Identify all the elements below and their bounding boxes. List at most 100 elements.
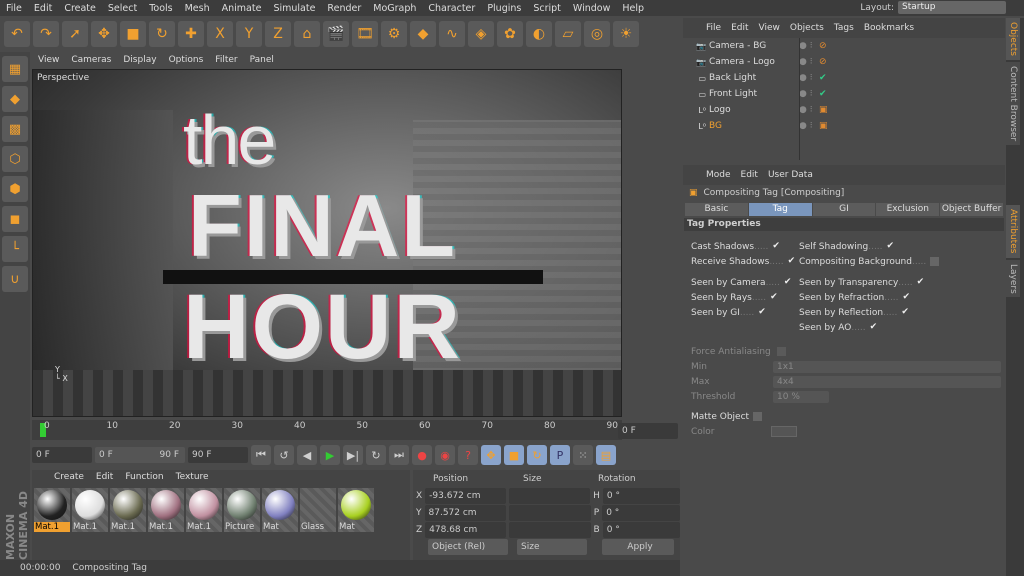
position-field[interactable]: 478.68 cm — [425, 521, 507, 538]
apply-button[interactable]: Apply — [602, 538, 674, 555]
previous-frame-icon[interactable]: ◀ — [297, 445, 317, 465]
scale-icon[interactable]: ■ — [120, 21, 146, 47]
tab-tag[interactable]: Tag — [748, 203, 812, 216]
make-editable-icon[interactable]: ▦ — [2, 56, 28, 82]
x-axis-icon[interactable]: X — [207, 21, 233, 47]
material-menu-texture[interactable]: Texture — [170, 472, 215, 482]
material-menu-function[interactable]: Function — [119, 472, 169, 482]
play-icon[interactable]: ▶ — [320, 445, 340, 465]
menu-file[interactable]: File — [0, 3, 28, 14]
go-to-end-icon[interactable]: ⏭ — [389, 445, 409, 465]
protection-tag-icon[interactable]: ⊘ — [819, 41, 827, 51]
record-position-icon[interactable]: ✥ — [481, 445, 501, 465]
tab-exclusion[interactable]: Exclusion — [876, 203, 940, 216]
viewport-menu-display[interactable]: Display — [117, 55, 162, 65]
previous-key-icon[interactable]: ↺ — [274, 445, 294, 465]
next-key-icon[interactable]: ↻ — [366, 445, 386, 465]
object-menu-objects[interactable]: Objects — [785, 23, 829, 33]
go-to-start-icon[interactable]: ⏮ — [251, 445, 271, 465]
checkbox[interactable]: ✔ — [788, 257, 797, 266]
object-row[interactable]: ▭ Back Light ● ⁝ ✔ — [683, 70, 1005, 86]
texture-mode-icon[interactable]: ▩ — [2, 116, 28, 142]
object-name[interactable]: Camera - Logo — [709, 57, 799, 67]
auto-keying-icon[interactable]: ◉ — [435, 445, 455, 465]
checkbox[interactable]: ✔ — [758, 308, 767, 317]
viewport[interactable]: Perspective the FINAL HOUR Y └ X — [32, 69, 622, 417]
record-keys-icon[interactable]: ● — [412, 445, 432, 465]
object-menu-file[interactable]: File — [701, 23, 726, 33]
material-swatch[interactable]: Mat.1 — [148, 488, 184, 532]
menu-mograph[interactable]: MoGraph — [367, 3, 422, 14]
compositing-tag-icon[interactable]: ▣ — [819, 121, 828, 131]
menu-tools[interactable]: Tools — [143, 3, 178, 14]
preview-range-slider[interactable]: 0 F 90 F — [95, 447, 185, 463]
record-rotation-icon[interactable]: ↻ — [527, 445, 547, 465]
material-swatch[interactable]: Mat — [262, 488, 298, 532]
checkbox[interactable]: ✔ — [770, 293, 779, 302]
attribute-menu-mode[interactable]: Mode — [701, 170, 736, 180]
camera-icon[interactable]: ◎ — [584, 21, 610, 47]
material-swatch[interactable]: Mat — [338, 488, 374, 532]
z-axis-icon[interactable]: Z — [265, 21, 291, 47]
tab-basic[interactable]: Basic — [685, 203, 748, 216]
side-tab-layers[interactable]: Layers — [1006, 259, 1020, 298]
attribute-menu-user-data[interactable]: User Data — [763, 170, 818, 180]
material-menu-create[interactable]: Create — [48, 472, 90, 482]
undo-icon[interactable]: ↶ — [4, 21, 30, 47]
menu-render[interactable]: Render — [321, 3, 367, 14]
record-scale-icon[interactable]: ■ — [504, 445, 524, 465]
compositing-tag-icon[interactable]: ▣ — [819, 105, 828, 115]
visibility-dots-icon[interactable]: ● ⁝ — [799, 89, 819, 99]
object-row[interactable]: L⁰ Logo ● ⁝ ▣ — [683, 102, 1005, 118]
polygons-mode-icon[interactable]: ◼ — [2, 206, 28, 232]
visibility-dots-icon[interactable]: ● ⁝ — [799, 121, 819, 131]
menu-script[interactable]: Script — [527, 3, 567, 14]
menu-mesh[interactable]: Mesh — [179, 3, 216, 14]
floor-icon[interactable]: ▱ — [555, 21, 581, 47]
visibility-dots-icon[interactable]: ● ⁝ — [799, 73, 819, 83]
keyframe-selection-icon[interactable]: ? — [458, 445, 478, 465]
object-row[interactable]: ▭ Front Light ● ⁝ ✔ — [683, 86, 1005, 102]
menu-select[interactable]: Select — [102, 3, 143, 14]
position-field[interactable]: -93.672 cm — [425, 487, 507, 504]
checkbox[interactable]: ✔ — [772, 242, 781, 251]
viewport-menu-view[interactable]: View — [32, 55, 65, 65]
visibility-dots-icon[interactable]: ● ⁝ — [799, 57, 819, 67]
object-name[interactable]: Camera - BG — [709, 41, 799, 51]
object-row[interactable]: L⁰ BG ● ⁝ ▣ — [683, 118, 1005, 134]
object-menu-bookmarks[interactable]: Bookmarks — [859, 23, 919, 33]
viewport-menu-filter[interactable]: Filter — [209, 55, 243, 65]
object-row[interactable]: 📷 Camera - Logo ● ⁝ ⊘ — [683, 54, 1005, 70]
timeline-ruler[interactable]: 0 10 20 30 40 50 60 70 80 90 — [32, 420, 622, 440]
checkbox[interactable]: ✔ — [903, 293, 912, 302]
side-tab-objects[interactable]: Objects — [1006, 18, 1020, 61]
color-swatch[interactable] — [771, 426, 797, 437]
object-menu-view[interactable]: View — [754, 23, 785, 33]
protection-tag-icon[interactable]: ⊘ — [819, 57, 827, 67]
size-field[interactable] — [509, 521, 591, 538]
material-swatch[interactable]: Glass — [300, 488, 336, 532]
object-name[interactable]: Back Light — [709, 73, 799, 83]
checkbox[interactable]: ✔ — [887, 242, 896, 251]
record-point-level-icon[interactable]: ⁙ — [573, 445, 593, 465]
material-swatch[interactable]: Picture — [224, 488, 260, 532]
size-field[interactable] — [509, 487, 591, 504]
object-name[interactable]: Logo — [709, 105, 799, 115]
menu-plugins[interactable]: Plugins — [481, 3, 527, 14]
spline-icon[interactable]: ∿ — [439, 21, 465, 47]
material-swatch[interactable]: Mat.1 — [186, 488, 222, 532]
array-icon[interactable]: ✿ — [497, 21, 523, 47]
deformer-icon[interactable]: ◐ — [526, 21, 552, 47]
rotation-field[interactable]: 0 ° — [602, 521, 681, 538]
viewport-menu-cameras[interactable]: Cameras — [65, 55, 117, 65]
add-icon[interactable]: ✚ — [178, 21, 204, 47]
viewport-menu-options[interactable]: Options — [163, 55, 210, 65]
live-select-icon[interactable]: ➚ — [62, 21, 88, 47]
record-parameter-icon[interactable]: P — [550, 445, 570, 465]
object-menu-tags[interactable]: Tags — [829, 23, 859, 33]
tab-gi[interactable]: GI — [812, 203, 876, 216]
material-swatch[interactable]: Mat.1 — [34, 488, 70, 532]
edges-mode-icon[interactable]: ⬢ — [2, 176, 28, 202]
object-name[interactable]: Front Light — [709, 89, 799, 99]
side-tab-attributes[interactable]: Attributes — [1006, 205, 1020, 258]
